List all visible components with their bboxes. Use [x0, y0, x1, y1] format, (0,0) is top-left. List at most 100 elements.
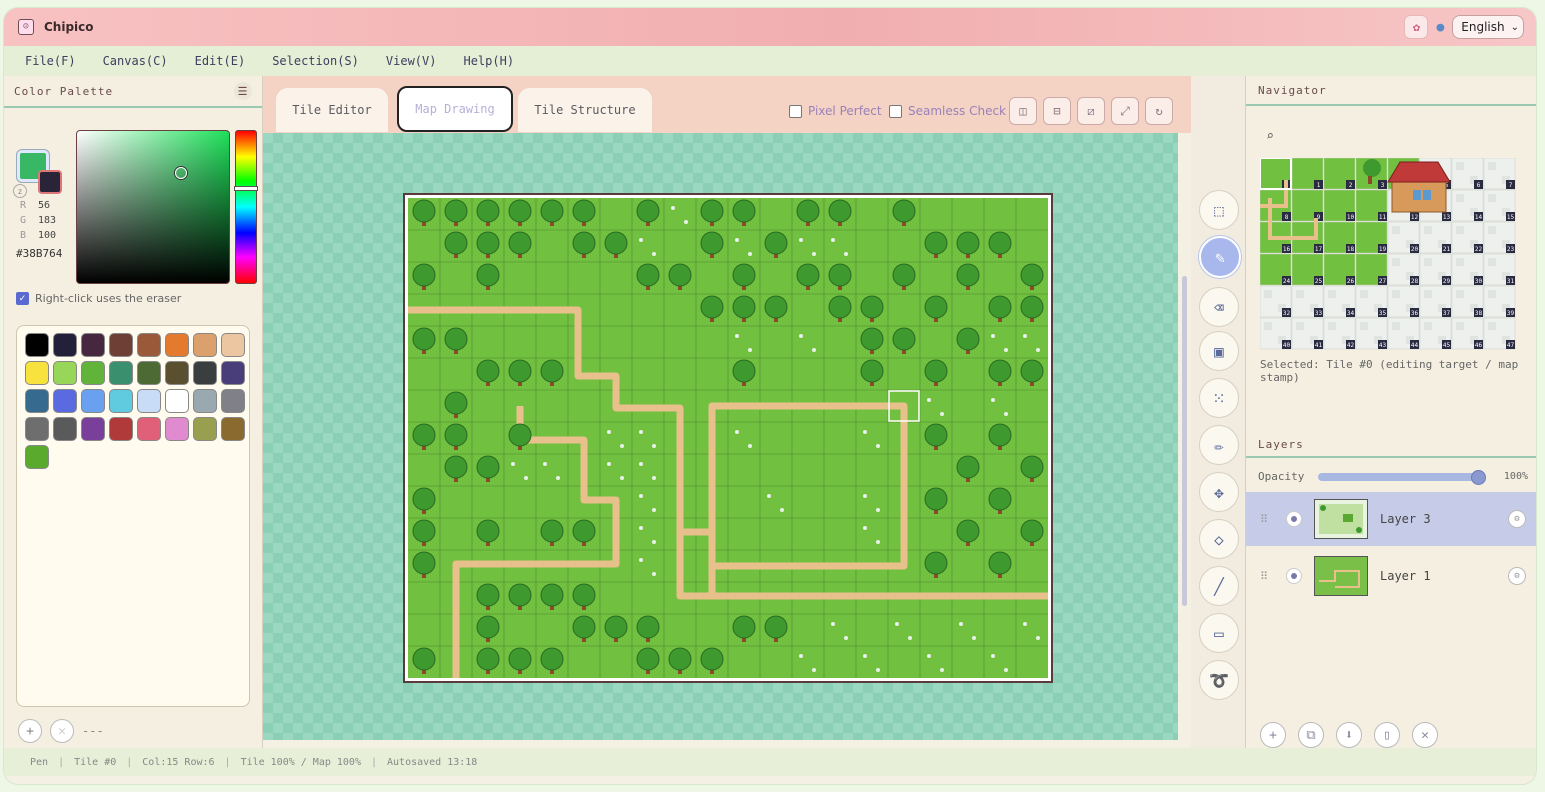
palette-color-swatch[interactable]: [109, 417, 133, 441]
delete-layer-button[interactable]: ▯: [1374, 722, 1400, 748]
line-icon[interactable]: ╱: [1199, 566, 1239, 606]
chevron-down-icon: ⌄: [1510, 21, 1519, 33]
palette-color-swatch[interactable]: [165, 361, 189, 385]
palette-color-swatch[interactable]: [109, 361, 133, 385]
tree-canopy: [540, 583, 564, 607]
palette-color-swatch[interactable]: [81, 389, 105, 413]
drag-handle-icon[interactable]: ⠿: [1260, 570, 1270, 583]
palette-color-swatch[interactable]: [193, 389, 217, 413]
rotate-right-icon[interactable]: ⤢: [1111, 97, 1139, 125]
layer-row-1[interactable]: ⠿ Layer 1 ⚙: [1246, 549, 1536, 603]
drag-handle-icon[interactable]: ⠿: [1260, 513, 1270, 526]
close-icon[interactable]: ✕: [1412, 722, 1438, 748]
menu-selection[interactable]: Selection(S): [272, 54, 359, 68]
right-click-eraser-option[interactable]: ✓ Right-click uses the eraser: [16, 292, 181, 305]
gear-icon[interactable]: ⚙: [1508, 567, 1526, 585]
visibility-icon[interactable]: [1286, 511, 1302, 527]
palette-color-swatch[interactable]: [193, 361, 217, 385]
menu-icon[interactable]: ☰: [234, 82, 252, 100]
palette-color-swatch[interactable]: [221, 333, 245, 357]
palette-color-swatch[interactable]: [137, 417, 161, 441]
flip-horizontal-icon[interactable]: ⊟: [1043, 97, 1071, 125]
menu-help[interactable]: Help(H): [463, 54, 514, 68]
add-color-button[interactable]: +: [18, 719, 42, 743]
pebble: [927, 654, 931, 658]
select-rect-icon[interactable]: ⬚: [1199, 190, 1239, 230]
flip-vertical-icon[interactable]: ◫: [1009, 97, 1037, 125]
palette-color-swatch[interactable]: [25, 361, 49, 385]
tab-tile-structure[interactable]: Tile Structure: [518, 88, 652, 132]
tree-canopy: [572, 583, 596, 607]
palette-color-swatch[interactable]: [165, 417, 189, 441]
layer-row-3[interactable]: ⠿ Layer 3 ⚙: [1246, 492, 1536, 546]
visibility-icon[interactable]: [1286, 568, 1302, 584]
background-color-swatch[interactable]: [38, 170, 62, 194]
palette-color-swatch[interactable]: [109, 389, 133, 413]
pixel-perfect-option[interactable]: Pixel Perfect: [789, 104, 882, 118]
opacity-handle[interactable]: [1471, 469, 1487, 485]
menu-file[interactable]: File(F): [25, 54, 76, 68]
tileset-grid[interactable]: 0123456789101112131415161718192021222324…: [1260, 158, 1516, 350]
lasso-icon[interactable]: ➰: [1199, 660, 1239, 700]
duplicate-layer-button[interactable]: ⧉: [1298, 722, 1324, 748]
palette-color-swatch[interactable]: [221, 417, 245, 441]
palette-color-swatch[interactable]: [109, 333, 133, 357]
move-icon[interactable]: ✥: [1199, 472, 1239, 512]
palette-color-swatch[interactable]: [25, 333, 49, 357]
menu-edit[interactable]: Edit(E): [195, 54, 246, 68]
palette-color-swatch[interactable]: [81, 361, 105, 385]
palette-color-swatch[interactable]: [25, 417, 49, 441]
tree-canopy: [476, 359, 500, 383]
checkbox-checked-icon[interactable]: ✓: [16, 292, 29, 305]
fill-select-icon[interactable]: ▣: [1199, 331, 1239, 371]
palette-color-swatch[interactable]: [193, 333, 217, 357]
menu-view[interactable]: View(V): [386, 54, 437, 68]
swap-colors-icon[interactable]: z: [13, 184, 27, 198]
rotate-left-icon[interactable]: ⧄: [1077, 97, 1105, 125]
palette-color-swatch[interactable]: [25, 445, 49, 469]
palette-color-swatch[interactable]: [25, 389, 49, 413]
checkbox-icon[interactable]: [889, 104, 902, 118]
saturation-value-picker[interactable]: [76, 130, 230, 284]
palette-color-swatch[interactable]: [81, 417, 105, 441]
tab-map-drawing[interactable]: Map Drawing: [397, 86, 513, 132]
hue-slider[interactable]: [235, 130, 257, 284]
map-canvas-area[interactable]: [263, 133, 1178, 740]
dots-select-icon[interactable]: ⁙: [1199, 378, 1239, 418]
search-icon[interactable]: ⌕: [1260, 126, 1280, 146]
palette-color-swatch[interactable]: [221, 389, 245, 413]
palette-color-swatch[interactable]: [53, 333, 77, 357]
palette-color-swatch[interactable]: [137, 333, 161, 357]
palette-color-swatch[interactable]: [165, 333, 189, 357]
opacity-slider[interactable]: [1318, 469, 1487, 485]
checkbox-icon[interactable]: [789, 104, 802, 118]
palette-color-swatch[interactable]: [221, 361, 245, 385]
palette-color-swatch[interactable]: [137, 389, 161, 413]
theme-toggle-button[interactable]: ✿: [1404, 15, 1429, 39]
palette-color-swatch[interactable]: [165, 389, 189, 413]
hue-handle[interactable]: [235, 187, 257, 190]
palette-color-swatch[interactable]: [53, 417, 77, 441]
language-select[interactable]: English ⌄: [1452, 15, 1524, 39]
palette-color-swatch[interactable]: [137, 361, 161, 385]
palette-color-swatch[interactable]: [81, 333, 105, 357]
pen-icon[interactable]: ✎: [1199, 236, 1241, 278]
color-picker-cursor[interactable]: [175, 167, 187, 179]
add-layer-button[interactable]: +: [1260, 722, 1286, 748]
merge-down-button[interactable]: ⬇: [1336, 722, 1362, 748]
menu-canvas[interactable]: Canvas(C): [103, 54, 168, 68]
palette-color-swatch[interactable]: [193, 417, 217, 441]
remove-color-button[interactable]: ✕: [50, 719, 74, 743]
vertical-scrollbar[interactable]: [1182, 276, 1187, 606]
eraser-icon[interactable]: ⌫: [1199, 287, 1239, 327]
rect-icon[interactable]: ▭: [1199, 613, 1239, 653]
palette-color-swatch[interactable]: [53, 361, 77, 385]
fill-icon[interactable]: ◇: [1199, 519, 1239, 559]
gear-icon[interactable]: ⚙: [1508, 510, 1526, 528]
map-canvas[interactable]: [408, 198, 1048, 678]
seamless-check-option[interactable]: Seamless Check: [889, 104, 1006, 118]
tab-tile-editor[interactable]: Tile Editor: [276, 88, 388, 132]
pencil-icon[interactable]: ✏: [1199, 425, 1239, 465]
palette-color-swatch[interactable]: [53, 389, 77, 413]
refresh-icon[interactable]: ↻: [1145, 97, 1173, 125]
